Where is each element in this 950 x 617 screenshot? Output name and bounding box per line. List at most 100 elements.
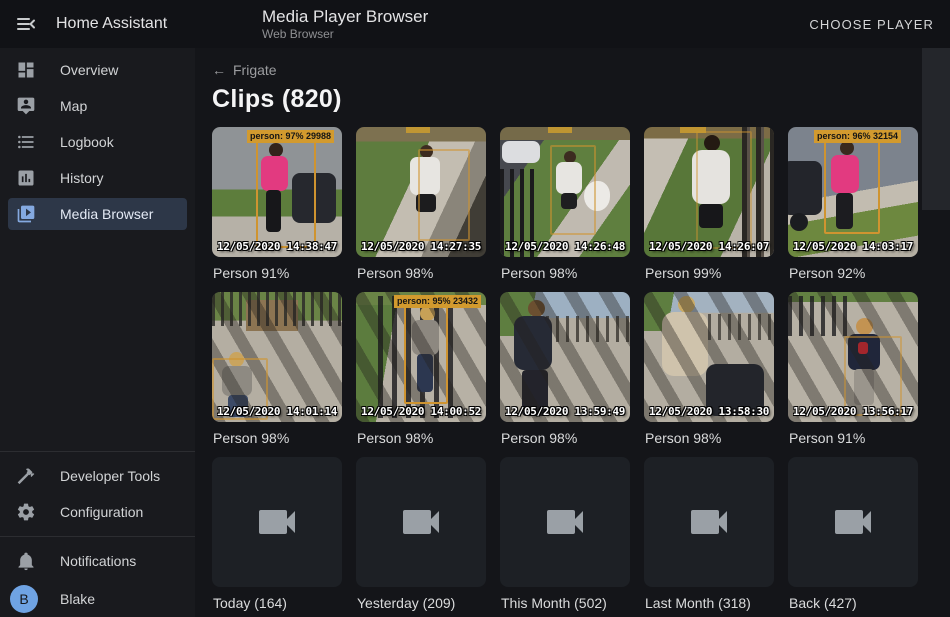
video-camera-icon [541,498,589,546]
clip-caption: Person 91% [213,265,342,281]
video-camera-icon [685,498,733,546]
detection-bbox [550,145,596,235]
clip-timestamp: 12/05/2020 14:26:07 [649,240,769,253]
dashboard-icon [16,60,36,80]
detection-label: person: 96% 32154 [814,130,901,143]
clip-item: person: 96% 32154 12/05/2020 14:03:17 Pe… [788,127,918,292]
clip-item: person: 95% 23432 12/05/2020 14:00:52 Pe… [356,292,486,457]
folder-thumbnail-last-month[interactable] [644,457,774,587]
clip-timestamp: 12/05/2020 14:00:52 [361,405,481,418]
clip-caption: Person 98% [213,430,342,446]
panel-titles: Media Player Browser Web Browser [262,7,428,41]
sidebar-item-media-browser[interactable]: Media Browser [8,198,187,230]
sidebar-item-developer-tools[interactable]: Developer Tools [8,460,187,492]
detection-bbox [404,300,448,404]
sidebar-item-label: Notifications [60,553,136,569]
detection-label: person: 95% 23432 [394,295,481,308]
breadcrumb-label: Frigate [233,62,277,78]
choose-player-button[interactable]: CHOOSE PLAYER [809,17,934,32]
play-box-multiple-icon [16,204,36,224]
clip-item: 12/05/2020 13:59:49 Person 98% [500,292,630,457]
sidebar-item-history[interactable]: History [8,162,187,194]
sidebar-item-label: Developer Tools [60,468,160,484]
folder-label: Today (164) [213,595,342,611]
clip-thumbnail[interactable]: 12/05/2020 14:01:14 [212,292,342,422]
clip-item: 12/05/2020 14:01:14 Person 98% [212,292,342,457]
clips-grid: person: 97% 29988 12/05/2020 14:38:47 Pe… [212,127,950,617]
clip-timestamp: 12/05/2020 13:59:49 [505,405,625,418]
clip-caption: Person 98% [501,265,630,281]
detection-label: person: 97% 29988 [247,130,334,143]
clip-thumbnail[interactable]: person: 97% 29988 12/05/2020 14:38:47 [212,127,342,257]
back-arrow-icon: ← [212,62,226,78]
folder-item: This Month (502) [500,457,630,617]
folder-item: Yesterday (209) [356,457,486,617]
sidebar-item-label: Overview [60,62,118,78]
hammer-icon [16,466,36,486]
detection-bbox [418,149,470,241]
clip-thumbnail[interactable]: person: 95% 23432 12/05/2020 14:00:52 [356,292,486,422]
gear-icon [16,502,36,522]
clip-thumbnail[interactable]: person: 96% 32154 12/05/2020 14:03:17 [788,127,918,257]
sidebar: Overview Map Logbook History [0,48,195,617]
folder-item: Back (427) [788,457,918,617]
sidebar-item-logbook[interactable]: Logbook [8,126,187,158]
sidebar-item-profile[interactable]: B Blake [8,581,187,617]
clip-caption: Person 99% [645,265,774,281]
clip-item: 12/05/2020 13:56:17 Person 91% [788,292,918,457]
sidebar-header: Home Assistant [0,12,195,36]
menu-icon [16,14,36,34]
app-title: Home Assistant [56,15,167,33]
bell-icon [16,551,36,571]
folder-thumbnail-yesterday[interactable] [356,457,486,587]
clip-thumbnail[interactable]: 12/05/2020 14:26:48 [500,127,630,257]
clip-thumbnail[interactable]: 12/05/2020 13:56:17 [788,292,918,422]
avatar: B [10,585,38,613]
sidebar-item-map[interactable]: Map [8,90,187,122]
breadcrumb-back-frigate[interactable]: ← Frigate [212,62,277,78]
clip-timestamp: 12/05/2020 14:38:47 [217,240,337,253]
list-bulleted-icon [16,132,36,152]
folder-item: Last Month (318) [644,457,774,617]
clip-timestamp: 12/05/2020 14:01:14 [217,405,337,418]
app-header: Home Assistant Media Player Browser Web … [0,0,950,48]
scrollbar-thumb[interactable] [922,48,950,210]
sidebar-item-label: Media Browser [60,206,153,222]
clip-timestamp: 12/05/2020 13:58:30 [649,405,769,418]
folder-item: Today (164) [212,457,342,617]
panel-title: Media Player Browser [262,7,428,26]
panel-header: Media Player Browser Web Browser CHOOSE … [195,0,950,48]
video-camera-icon [829,498,877,546]
sidebar-toggle-button[interactable] [14,12,38,36]
clip-caption: Person 98% [357,430,486,446]
clip-timestamp: 12/05/2020 13:56:17 [793,405,913,418]
sidebar-divider [0,536,195,537]
sidebar-item-overview[interactable]: Overview [8,54,187,86]
detection-label-partial [680,127,706,133]
folder-label: Last Month (318) [645,595,774,611]
detection-label-partial [548,127,572,133]
folder-thumbnail-today[interactable] [212,457,342,587]
folder-thumbnail-back[interactable] [788,457,918,587]
sidebar-item-label: Map [60,98,87,114]
clip-thumbnail[interactable]: 12/05/2020 14:26:07 [644,127,774,257]
folder-label: This Month (502) [501,595,630,611]
sidebar-item-notifications[interactable]: Notifications [8,545,187,577]
clip-thumbnail[interactable]: 12/05/2020 13:58:30 [644,292,774,422]
clip-thumbnail[interactable]: 12/05/2020 14:27:35 [356,127,486,257]
sidebar-item-label: Logbook [60,134,114,150]
clip-item: 12/05/2020 14:27:35 Person 98% [356,127,486,292]
sidebar-item-configuration[interactable]: Configuration [8,496,187,528]
clip-caption: Person 91% [789,430,918,446]
sidebar-divider [0,451,195,452]
clip-caption: Person 98% [357,265,486,281]
folder-thumbnail-this-month[interactable] [500,457,630,587]
clip-thumbnail[interactable]: 12/05/2020 13:59:49 [500,292,630,422]
detection-bbox [696,131,752,249]
folder-label: Yesterday (209) [357,595,486,611]
clip-timestamp: 12/05/2020 14:26:48 [505,240,625,253]
clip-caption: Person 98% [645,430,774,446]
clip-caption: Person 92% [789,265,918,281]
clip-item: 12/05/2020 14:26:07 Person 99% [644,127,774,292]
media-browser-content: ← Frigate Clips (820) person: 97% 29988 … [195,48,950,617]
